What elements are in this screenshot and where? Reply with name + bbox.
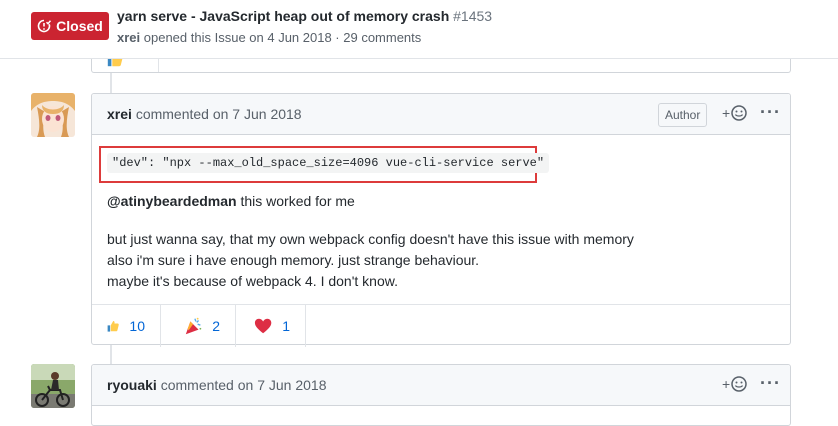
add-reaction-button[interactable]: + bbox=[722, 105, 747, 121]
comment-line: but just wanna say, that my own webpack … bbox=[107, 231, 634, 247]
status-label: Closed bbox=[56, 18, 103, 34]
reaction-thumbs-up[interactable]: 10 bbox=[92, 305, 161, 347]
smiley-icon bbox=[731, 105, 747, 121]
reaction-count: 1 bbox=[282, 318, 290, 334]
avatar-ryouaki[interactable] bbox=[31, 364, 75, 408]
mention-text: this worked for me bbox=[236, 193, 355, 209]
reaction-count: 10 bbox=[129, 318, 145, 334]
comment-header: ryouaki commented on 7 Jun 2018 + ··· bbox=[92, 365, 790, 406]
issue-closed-icon bbox=[37, 19, 52, 33]
comment-line: also i'm sure i have enough memory. just… bbox=[107, 252, 480, 268]
issue-title: yarn serve - JavaScript heap out of memo… bbox=[117, 8, 492, 24]
comment-xrei: xrei commented on 7 Jun 2018 Author + ··… bbox=[91, 93, 791, 347]
comment-header: xrei commented on 7 Jun 2018 Author + ··… bbox=[92, 94, 790, 135]
reaction-bar: 10 2 1 bbox=[92, 304, 790, 347]
comment-timestamp[interactable]: commented on 7 Jun 2018 bbox=[161, 377, 327, 393]
issue-meta: xrei opened this Issue on 4 Jun 2018 · 2… bbox=[117, 30, 421, 45]
timeline-line bbox=[110, 72, 112, 94]
comment-timestamp[interactable]: commented on 7 Jun 2018 bbox=[136, 106, 302, 122]
issue-number: #1453 bbox=[453, 8, 493, 24]
comment-line: maybe it's because of webpack 4. I don't… bbox=[107, 273, 398, 289]
comment-author[interactable]: ryouaki bbox=[107, 377, 157, 393]
comment-ryouaki: ryouaki commented on 7 Jun 2018 + ··· bbox=[91, 364, 791, 426]
more-options-icon[interactable]: ··· bbox=[760, 102, 781, 123]
user-mention[interactable]: @atinybeardedman bbox=[107, 193, 237, 209]
issue-opened-text: opened this Issue on 4 Jun 2018 · 29 com… bbox=[143, 30, 422, 45]
author-badge: Author bbox=[658, 103, 708, 127]
comment-meta: ryouaki commented on 7 Jun 2018 bbox=[107, 377, 326, 393]
thumbs-up-icon bbox=[107, 321, 119, 332]
comment-mention-line: @atinybeardedman this worked for me bbox=[107, 191, 355, 212]
plus-icon: + bbox=[722, 376, 731, 392]
smiley-icon bbox=[731, 376, 747, 392]
issue-title-text[interactable]: yarn serve - JavaScript heap out of memo… bbox=[117, 8, 449, 24]
comment-author[interactable]: xrei bbox=[107, 106, 132, 122]
issue-author[interactable]: xrei bbox=[117, 30, 140, 45]
reaction-tada[interactable]: 2 bbox=[169, 305, 236, 347]
plus-icon: + bbox=[722, 105, 731, 121]
comment-meta: xrei commented on 7 Jun 2018 bbox=[107, 106, 302, 122]
avatar-xrei[interactable] bbox=[31, 93, 75, 137]
add-reaction-button[interactable]: + bbox=[722, 376, 747, 392]
issue-sticky-header: Closed yarn serve - JavaScript heap out … bbox=[0, 0, 838, 59]
status-badge: Closed bbox=[31, 12, 109, 40]
reaction-heart[interactable]: 1 bbox=[239, 305, 306, 347]
reaction-count: 2 bbox=[212, 318, 220, 334]
more-options-icon[interactable]: ··· bbox=[760, 373, 781, 394]
heart-icon bbox=[254, 318, 272, 334]
tada-icon bbox=[185, 317, 202, 335]
code-snippet: "dev": "npx --max_old_space_size=4096 vu… bbox=[107, 153, 550, 173]
